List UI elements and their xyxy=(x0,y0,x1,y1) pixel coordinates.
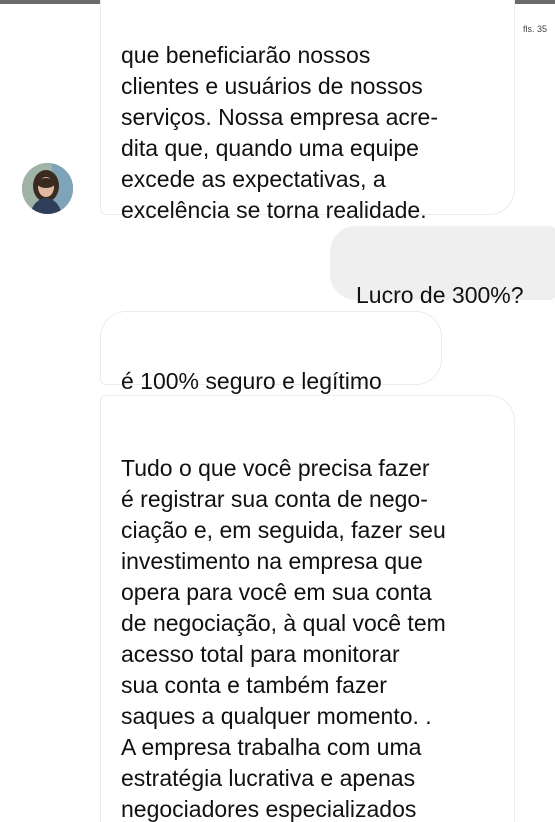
message-text: Lucro de 300%? xyxy=(356,282,524,308)
chat-screen: fls. 35 que beneficiarão nossos clientes… xyxy=(0,0,555,822)
avatar-image xyxy=(22,163,73,214)
profile-photo-woman-icon[interactable] xyxy=(22,163,73,214)
message-text: é 100% seguro e legítimo xyxy=(121,368,382,394)
page-stamp: fls. 35 xyxy=(522,24,547,34)
message-bubble-incoming[interactable]: é 100% seguro e legítimo xyxy=(100,311,442,394)
message-bubble-incoming[interactable]: Tudo o que você precisa fazer é registra… xyxy=(100,395,515,822)
message-text: que beneficiarão nossos clientes e usuár… xyxy=(121,42,438,223)
message-text: Tudo o que você precisa fazer é registra… xyxy=(121,455,446,822)
message-bubble-outgoing[interactable]: Lucro de 300%? xyxy=(330,226,555,308)
message-bubble-incoming[interactable]: que beneficiarão nossos clientes e usuár… xyxy=(100,0,515,223)
